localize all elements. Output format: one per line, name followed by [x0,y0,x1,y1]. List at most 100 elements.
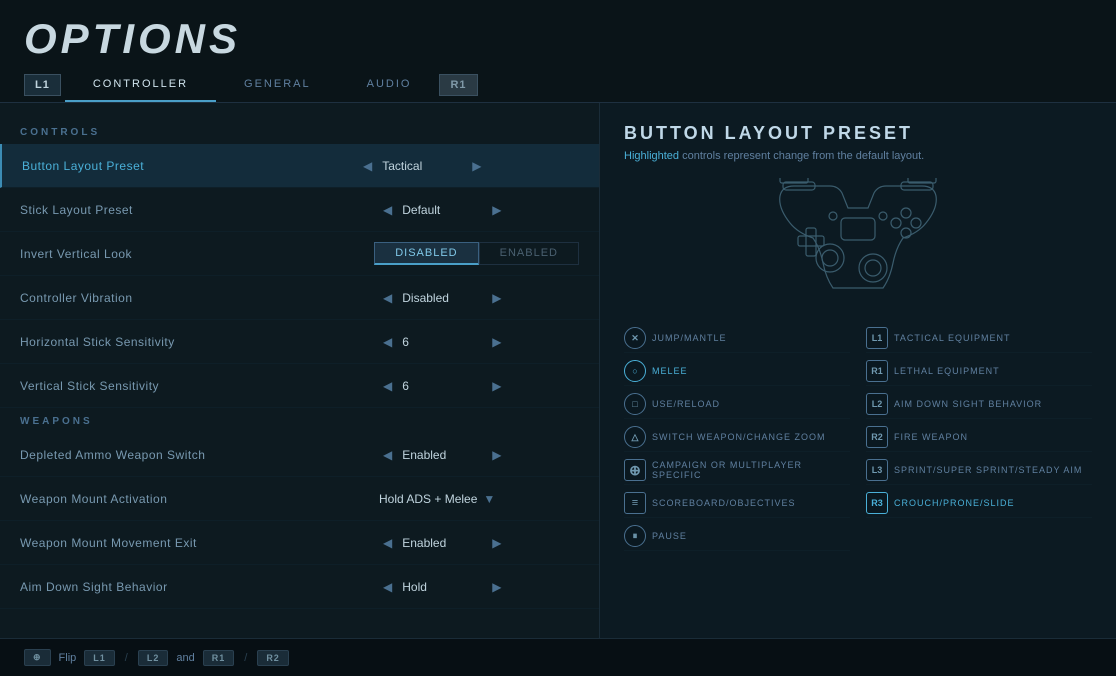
mapping-crouch: R3 CROUCH/PRONE/SLIDE [866,489,1092,518]
page-title: OPTIONS [24,18,1092,60]
arrow-right-vert-sens[interactable]: ▶ [488,377,505,395]
arrow-right-button-layout[interactable]: ▶ [468,157,485,175]
setting-name-ads: Aim Down Sight Behavior [20,580,379,594]
btn-scoreboard: ≡ [624,492,646,514]
setting-button-layout-preset[interactable]: Button Layout Preset ◀ Tactical ▶ [0,144,599,188]
setting-value-invert-vertical: DISABLED ENABLED [374,242,579,265]
value-stick-layout: Default [402,203,482,217]
label-lethal: LETHAL EQUIPMENT [894,366,1000,376]
mapping-jump-mantle: ✕ JUMP/MANTLE [624,324,850,353]
label-pause: PAUSE [652,531,687,541]
setting-weapon-mount-exit[interactable]: Weapon Mount Movement Exit ◀ Enabled ▶ [0,521,599,565]
btn-r3: R3 [866,492,888,514]
btn-l3: L3 [866,459,888,481]
header: OPTIONS [0,0,1116,68]
btn-pause: ⏸ [624,525,646,547]
mapping-tactical-equipment: L1 TACTICAL EQUIPMENT [866,324,1092,353]
arrow-right-horiz-sens[interactable]: ▶ [488,333,505,351]
arrow-left-horiz-sens[interactable]: ◀ [379,333,396,351]
arrow-right-ads[interactable]: ▶ [488,578,505,596]
mapping-sprint: L3 SPRINT/SUPER SPRINT/STEADY AIM [866,456,1092,485]
footer-sep1: / [125,652,128,664]
panel-title: BUTTON LAYOUT PRESET [624,123,1092,144]
value-horiz-sens: 6 [402,335,482,349]
btn-melee: ○ [624,360,646,382]
arrow-left-weapon-mount-exit[interactable]: ◀ [379,534,396,552]
tab-r1-badge[interactable]: R1 [439,74,477,96]
arrow-left-ads[interactable]: ◀ [379,578,396,596]
value-vibration: Disabled [402,291,482,305]
mapping-melee: ○ MELEE [624,357,850,386]
setting-value-stick-layout: ◀ Default ▶ [379,201,579,219]
mappings-grid: ✕ JUMP/MANTLE L1 TACTICAL EQUIPMENT ○ ME… [624,324,1092,551]
right-panel: BUTTON LAYOUT PRESET Highlighted control… [600,103,1116,664]
setting-controller-vibration[interactable]: Controller Vibration ◀ Disabled ▶ [0,276,599,320]
label-jump: JUMP/MANTLE [652,333,727,343]
setting-value-ads: ◀ Hold ▶ [379,578,579,596]
tab-audio[interactable]: AUDIO [339,68,440,102]
label-use-reload: USE/RELOAD [652,399,720,409]
mapping-lethal-equipment: R1 LETHAL EQUIPMENT [866,357,1092,386]
subtitle-rest: controls represent change from the defau… [679,150,924,162]
arrow-left-depleted-ammo[interactable]: ◀ [379,446,396,464]
setting-name-button-layout: Button Layout Preset [22,159,359,173]
footer-r1-badge: R1 [203,650,235,666]
controller-diagram [624,178,1092,308]
arrow-right-vibration[interactable]: ▶ [488,289,505,307]
tab-bar: L1 CONTROLLER GENERAL AUDIO R1 [0,68,1116,103]
value-button-layout: Tactical [382,159,462,173]
setting-value-button-layout: ◀ Tactical ▶ [359,157,579,175]
btn-r2: R2 [866,426,888,448]
label-tactical: TACTICAL EQUIPMENT [894,333,1011,343]
panel-subtitle: Highlighted controls represent change fr… [624,150,1092,162]
tab-general[interactable]: GENERAL [216,68,339,102]
label-sprint: SPRINT/SUPER SPRINT/STEADY AIM [894,465,1082,475]
btn-l2: L2 [866,393,888,415]
footer-icon: ⊕ [24,649,51,666]
label-melee: MELEE [652,366,688,376]
setting-aim-down-sight[interactable]: Aim Down Sight Behavior ◀ Hold ▶ [0,565,599,609]
arrow-left-vert-sens[interactable]: ◀ [379,377,396,395]
dropdown-arrow-weapon-mount[interactable]: ▼ [483,492,495,506]
left-panel: CONTROLS Button Layout Preset ◀ Tactical… [0,103,600,664]
footer-r2-badge: R2 [257,650,289,666]
footer: ⊕ Flip L1 / L2 and R1 / R2 [0,638,1116,676]
label-crouch: CROUCH/PRONE/SLIDE [894,498,1015,508]
setting-value-vert-sens: ◀ 6 ▶ [379,377,579,395]
label-fire-weapon: FIRE WEAPON [894,432,968,442]
value-depleted-ammo: Enabled [402,448,482,462]
value-weapon-mount-exit: Enabled [402,536,482,550]
arrow-right-weapon-mount-exit[interactable]: ▶ [488,534,505,552]
toggle-enabled[interactable]: ENABLED [479,242,579,265]
btn-lethal: R1 [866,360,888,382]
toggle-disabled[interactable]: DISABLED [374,242,478,265]
arrow-left-stick-layout[interactable]: ◀ [379,201,396,219]
setting-vertical-sensitivity[interactable]: Vertical Stick Sensitivity ◀ 6 ▶ [0,364,599,408]
label-campaign: CAMPAIGN OR MULTIPLAYER SPECIFIC [652,460,850,480]
setting-invert-vertical-look[interactable]: Invert Vertical Look DISABLED ENABLED [0,232,599,276]
btn-campaign: ⊕ [624,459,646,481]
label-scoreboard: SCOREBOARD/OBJECTIVES [652,498,796,508]
btn-switch-weapon: △ [624,426,646,448]
arrow-right-stick-layout[interactable]: ▶ [488,201,505,219]
setting-horizontal-sensitivity[interactable]: Horizontal Stick Sensitivity ◀ 6 ▶ [0,320,599,364]
footer-and-label: and [176,652,194,664]
main-layout: CONTROLS Button Layout Preset ◀ Tactical… [0,103,1116,664]
mapping-pause: ⏸ PAUSE [624,522,850,551]
tab-l1-badge[interactable]: L1 [24,74,61,96]
section-weapons-label: WEAPONS [0,408,599,433]
btn-tactical: L1 [866,327,888,349]
subtitle-highlighted: Highlighted [624,150,679,162]
setting-depleted-ammo[interactable]: Depleted Ammo Weapon Switch ◀ Enabled ▶ [0,433,599,477]
setting-weapon-mount-activation[interactable]: Weapon Mount Activation Hold ADS + Melee… [0,477,599,521]
value-vert-sens: 6 [402,379,482,393]
value-weapon-mount: Hold ADS + Melee [379,492,477,506]
footer-l1-badge: L1 [84,650,115,666]
setting-name-invert-vertical: Invert Vertical Look [20,247,374,261]
arrow-left-button-layout[interactable]: ◀ [359,157,376,175]
tab-controller[interactable]: CONTROLLER [65,68,216,102]
mapping-campaign-specific: ⊕ CAMPAIGN OR MULTIPLAYER SPECIFIC [624,456,850,485]
arrow-right-depleted-ammo[interactable]: ▶ [488,446,505,464]
arrow-left-vibration[interactable]: ◀ [379,289,396,307]
setting-stick-layout[interactable]: Stick Layout Preset ◀ Default ▶ [0,188,599,232]
